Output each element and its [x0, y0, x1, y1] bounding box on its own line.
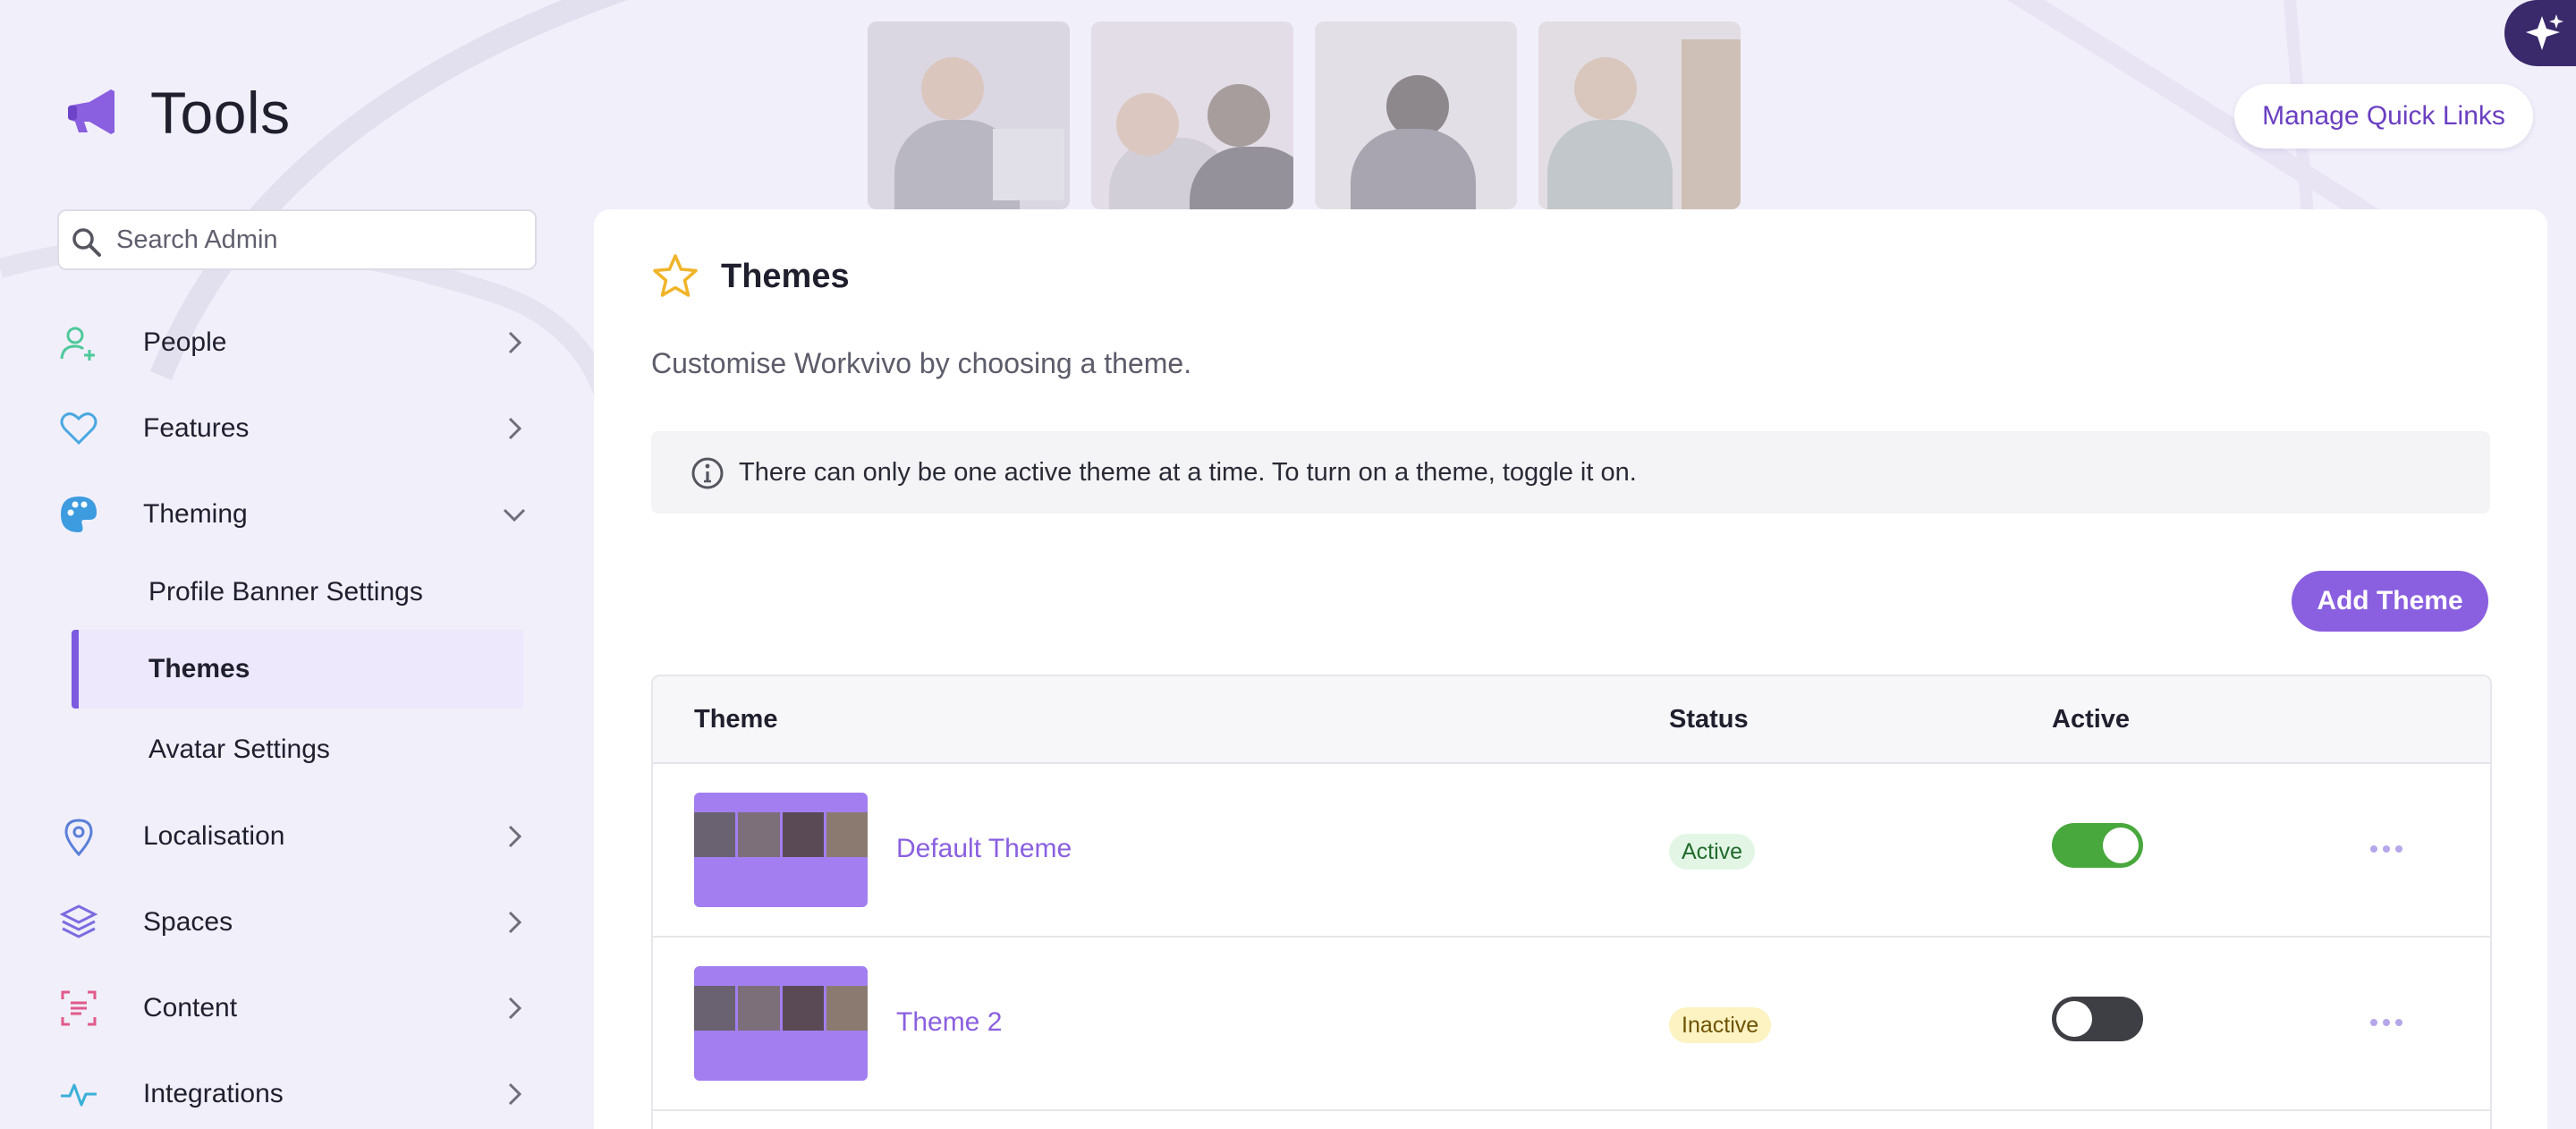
- column-header-status: Status: [1669, 705, 1749, 734]
- active-toggle[interactable]: [2052, 997, 2143, 1041]
- theme-name-link[interactable]: Default Theme: [896, 834, 1072, 864]
- chevron-right-icon: [508, 997, 522, 1020]
- theme-name-link[interactable]: Theme 2: [896, 1007, 1002, 1038]
- banner-photos: [868, 21, 1741, 209]
- card-description: Customise Workvivo by choosing a theme.: [651, 347, 1192, 379]
- sidebar-item-label: People: [143, 327, 227, 357]
- person-add-icon: [60, 327, 95, 361]
- chevron-right-icon: [508, 331, 522, 354]
- status-badge: Active: [1669, 834, 1756, 870]
- manage-quick-links-button[interactable]: Manage Quick Links: [2234, 84, 2533, 149]
- sidebar-item-localisation[interactable]: Localisation: [54, 796, 537, 877]
- sidebar-item-content[interactable]: Content: [54, 968, 537, 1048]
- sidebar-item-theming[interactable]: Theming: [54, 474, 537, 555]
- sidebar-item-label: Content: [143, 993, 238, 1023]
- sidebar-subitem-label: Profile Banner Settings: [148, 577, 423, 607]
- ai-assistant-button[interactable]: [2504, 0, 2576, 66]
- more-options-icon[interactable]: [2367, 836, 2406, 862]
- more-options-icon[interactable]: [2367, 1009, 2406, 1036]
- sparkle-icon: [2526, 14, 2563, 50]
- sidebar-item-spaces[interactable]: Spaces: [54, 882, 537, 963]
- layers-icon: [59, 904, 98, 938]
- info-text: There can only be one active theme at a …: [739, 458, 1637, 487]
- sidebar-item-features[interactable]: Features: [54, 388, 537, 469]
- search-box[interactable]: [57, 209, 537, 270]
- toggle-knob: [2103, 828, 2139, 863]
- card-title: Themes: [721, 258, 850, 295]
- page-title: Tools: [150, 80, 291, 146]
- banner-photo: [1091, 21, 1293, 209]
- theme-thumbnail: [694, 793, 868, 907]
- chevron-right-icon: [508, 911, 522, 934]
- toggle-knob: [2056, 1001, 2092, 1037]
- sidebar-subitem-label: Avatar Settings: [148, 734, 330, 764]
- activity-icon: [61, 1083, 97, 1107]
- sidebar-subitem-profile-banner-settings[interactable]: Profile Banner Settings: [72, 553, 523, 632]
- info-banner: There can only be one active theme at a …: [651, 431, 2490, 514]
- sidebar-item-integrations[interactable]: Integrations: [54, 1054, 537, 1129]
- sidebar-item-label: Features: [143, 413, 250, 443]
- map-pin-icon: [64, 819, 93, 856]
- chevron-right-icon: [508, 417, 522, 440]
- document-scan-icon: [61, 990, 97, 1026]
- banner-photo: [1538, 21, 1741, 209]
- chevron-down-icon: [503, 508, 526, 522]
- table-header: Theme Status Active: [653, 676, 2490, 764]
- active-toggle[interactable]: [2052, 823, 2143, 868]
- add-theme-button[interactable]: Add Theme: [2292, 571, 2488, 632]
- theme-thumbnail: [694, 966, 868, 1081]
- column-header-active: Active: [2052, 705, 2131, 734]
- sidebar-subitem-label: Themes: [148, 654, 250, 683]
- sidebar-item-label: Spaces: [143, 907, 233, 937]
- heart-icon: [60, 412, 97, 446]
- column-header-theme: Theme: [694, 705, 778, 734]
- themes-card: Themes Customise Workvivo by choosing a …: [594, 209, 2547, 1129]
- banner-photo: [868, 21, 1070, 209]
- themes-table: Theme Status Active Default Theme Active: [651, 675, 2492, 1129]
- megaphone-icon: [68, 89, 114, 134]
- sidebar-item-label: Theming: [143, 499, 248, 529]
- status-badge: Inactive: [1669, 1007, 1772, 1043]
- chevron-right-icon: [508, 825, 522, 848]
- sidebar-item-label: Localisation: [143, 821, 285, 851]
- table-row: Default Theme Active: [653, 764, 2490, 938]
- banner-photo: [1315, 21, 1517, 209]
- chevron-right-icon: [508, 1082, 522, 1106]
- star-icon: [653, 254, 698, 297]
- sidebar-subitem-avatar-settings[interactable]: Avatar Settings: [72, 710, 523, 789]
- search-icon: [72, 228, 101, 257]
- sidebar-item-label: Integrations: [143, 1079, 284, 1108]
- sidebar-subitem-themes[interactable]: Themes: [72, 630, 523, 709]
- search-input[interactable]: [116, 220, 519, 259]
- info-icon: [691, 457, 724, 489]
- table-row: Theme 2 Inactive: [653, 938, 2490, 1111]
- palette-icon: [61, 497, 97, 532]
- sidebar-item-people[interactable]: People: [54, 302, 537, 383]
